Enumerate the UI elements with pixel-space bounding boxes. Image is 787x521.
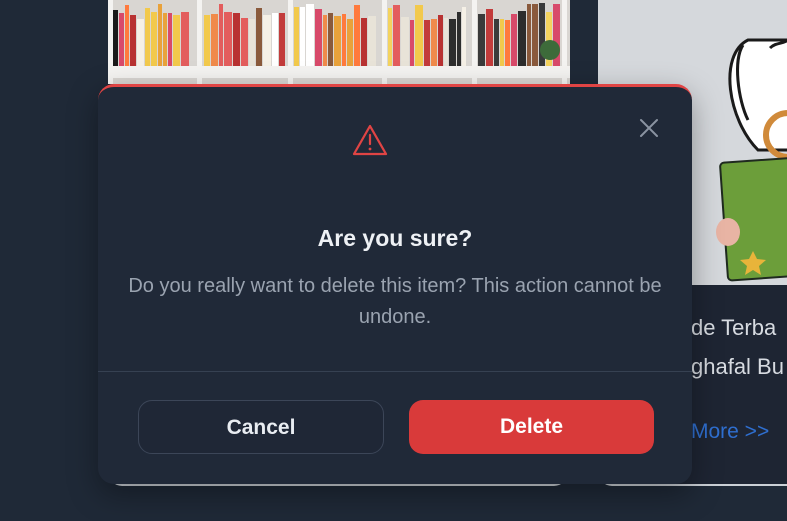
close-button[interactable] <box>638 117 660 139</box>
card-title-line1: de Terba <box>691 315 777 340</box>
card-title-line2: ghafal Bu <box>691 354 784 379</box>
book <box>256 8 262 70</box>
dialog-title: Are you sure? <box>317 225 473 251</box>
book <box>342 14 346 70</box>
book <box>173 15 180 70</box>
book <box>486 9 493 70</box>
book <box>393 5 400 70</box>
shelf-board <box>108 66 570 78</box>
plant <box>540 40 560 60</box>
book <box>462 7 466 70</box>
book <box>219 4 223 70</box>
book <box>539 3 545 70</box>
book <box>438 15 443 70</box>
book <box>233 13 240 70</box>
dialog-divider <box>98 371 692 372</box>
book <box>527 4 531 70</box>
book <box>457 12 461 70</box>
book <box>431 19 437 70</box>
book <box>354 5 360 70</box>
book <box>368 16 376 70</box>
book <box>125 5 129 70</box>
book <box>249 19 255 70</box>
book <box>137 19 144 70</box>
book <box>410 20 414 70</box>
book <box>130 15 136 70</box>
book <box>294 7 299 70</box>
book <box>158 4 162 70</box>
book <box>328 13 333 70</box>
book <box>241 18 248 70</box>
confirm-delete-dialog: Are you sure? Do you really want to dele… <box>98 84 692 484</box>
book <box>415 5 423 70</box>
book <box>511 14 517 70</box>
book <box>500 19 504 70</box>
book <box>518 11 526 70</box>
book <box>272 13 278 70</box>
book <box>300 7 305 70</box>
book <box>401 17 409 70</box>
cancel-button[interactable]: Cancel <box>138 400 384 454</box>
book <box>168 13 172 70</box>
book <box>494 19 499 70</box>
book <box>323 15 327 70</box>
close-icon <box>640 119 658 137</box>
book <box>204 15 210 70</box>
warning-triangle-icon <box>352 124 388 156</box>
book <box>224 12 232 70</box>
dialog-message: Do you really want to delete this item? … <box>128 275 662 328</box>
book <box>478 14 485 70</box>
book <box>151 12 157 70</box>
book <box>279 13 285 70</box>
book <box>424 20 430 70</box>
book <box>553 4 560 70</box>
book <box>145 8 150 70</box>
book <box>532 4 538 70</box>
delete-button[interactable]: Delete <box>409 400 654 454</box>
bookshelf-image <box>108 0 570 84</box>
book <box>334 16 341 70</box>
book <box>306 4 314 70</box>
book <box>505 20 510 70</box>
book <box>315 9 322 70</box>
book <box>388 8 392 70</box>
read-more-link[interactable]: More >> <box>691 420 769 444</box>
book <box>361 18 367 70</box>
book <box>263 15 271 70</box>
book <box>163 13 167 70</box>
book <box>347 19 353 70</box>
book <box>449 19 456 70</box>
book <box>444 18 448 70</box>
book <box>119 13 124 70</box>
book <box>211 14 218 70</box>
book <box>181 12 189 70</box>
